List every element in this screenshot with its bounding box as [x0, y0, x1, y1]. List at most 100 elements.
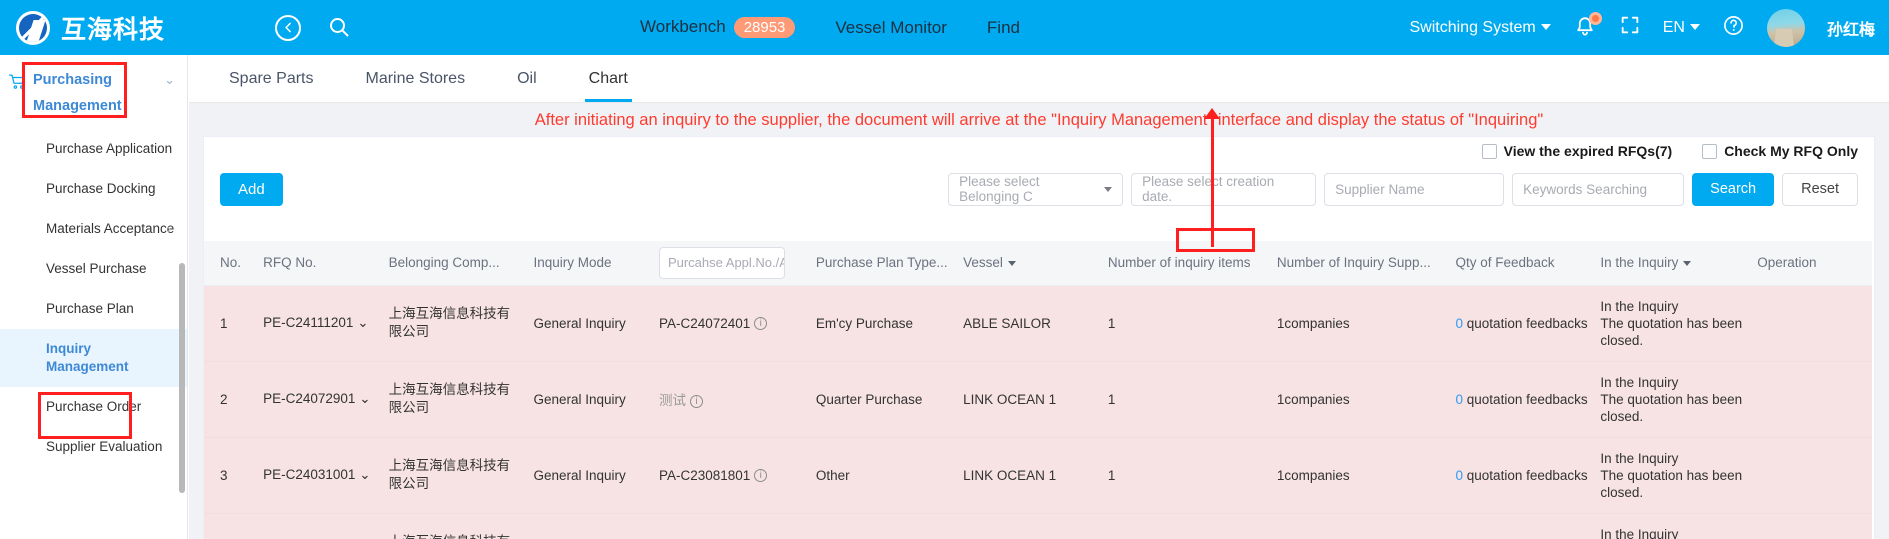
notification-bell-icon[interactable]: [1573, 11, 1602, 41]
switching-system-dropdown[interactable]: Switching System: [1409, 19, 1551, 37]
workbench-count-badge: 28953: [733, 17, 796, 38]
expand-chevron-icon[interactable]: ⌄: [359, 467, 370, 482]
nav-workbench[interactable]: Workbench 28953: [640, 17, 796, 38]
info-icon[interactable]: i: [754, 317, 768, 331]
sidebar-item-inquiry-management[interactable]: Inquiry Management: [0, 329, 187, 387]
cell-qty-feedback: 0 quotation feedbacks: [1449, 513, 1595, 539]
cell-plan-type: Other: [809, 437, 958, 514]
shopping-cart-icon: [8, 72, 27, 96]
language-selector[interactable]: EN: [1663, 19, 1700, 37]
back-arrow-icon[interactable]: [275, 14, 302, 41]
sidebar-item-materials-acceptance[interactable]: Materials Acceptance ›: [0, 209, 187, 249]
feedback-count[interactable]: 0: [1456, 316, 1464, 331]
appl-no-value: PA-C23081801: [658, 467, 751, 483]
nav-find[interactable]: Find: [987, 18, 1020, 38]
cell-plan-type: Quarter Purchase: [809, 513, 958, 539]
rfq-no-value: PE-C24111201: [263, 315, 354, 330]
chevron-down-icon: [1689, 24, 1700, 31]
sidebar-item-vessel-purchase[interactable]: Vessel Purchase: [0, 249, 187, 289]
cell-appl-no: PA-C24072401 i: [652, 285, 810, 362]
cell-company: 上海互海信息科技有限公司: [382, 437, 528, 514]
sidebar-item-purchase-application[interactable]: Purchase Application: [0, 129, 187, 169]
tab-spare-parts[interactable]: Spare Parts: [203, 55, 339, 102]
table-row[interactable]: 2 PE-C24072901 ⌄ 上海互海信息科技有限公司 General In…: [204, 361, 1872, 438]
sidebar-scrollbar[interactable]: [179, 263, 185, 493]
cell-operation[interactable]: [1751, 361, 1872, 438]
checkbox-view-expired-rfqs[interactable]: View the expired RFQs(7): [1481, 143, 1673, 159]
cell-inquiry-items[interactable]: 1: [1101, 437, 1271, 514]
cell-inquiry-suppliers[interactable]: 1companies: [1270, 285, 1450, 362]
appl-no-value: 测试: [658, 393, 686, 408]
sidebar-item-supplier-evaluation[interactable]: Supplier Evaluation: [0, 427, 187, 467]
belonging-company-select[interactable]: Please select Belonging C: [948, 172, 1124, 206]
column-header-rfq-no: RFQ No.: [257, 241, 383, 286]
tab-oil[interactable]: Oil: [491, 55, 563, 102]
checkbox-check-my-rfq-only[interactable]: Check My RFQ Only: [1702, 143, 1858, 159]
sidebar-item-purchase-plan[interactable]: Purchase Plan: [0, 289, 187, 329]
status-sub-text: The quotation has been closed.: [1600, 391, 1743, 424]
cell-status: In the Inquiry The quotation has been cl…: [1594, 513, 1752, 539]
cell-inquiry-suppliers[interactable]: 1companies: [1270, 513, 1450, 539]
expand-chevron-icon[interactable]: ⌄: [357, 315, 368, 330]
nav-vessel-monitor[interactable]: Vessel Monitor: [835, 18, 947, 38]
cell-operation[interactable]: [1751, 285, 1872, 362]
cell-appl-no: 申请采购测试一批i: [652, 513, 810, 539]
rfq-no-value: PE-C24072901: [263, 391, 356, 406]
status-sub-text: The quotation has been closed.: [1600, 315, 1743, 348]
table-scroll-area: No. RFQ No. Belonging Comp... Inquiry Mo…: [204, 241, 1874, 539]
reset-button[interactable]: Reset: [1782, 172, 1858, 206]
tab-marine-stores[interactable]: Marine Stores: [339, 55, 491, 102]
cell-inquiry-mode: General Inquiry: [527, 285, 653, 362]
feedback-count[interactable]: 0: [1456, 392, 1464, 407]
tab-chart[interactable]: Chart: [563, 55, 654, 102]
keywords-search-input[interactable]: Keywords Searching: [1512, 172, 1685, 206]
column-header-belonging-company: Belonging Comp...: [382, 241, 528, 286]
cell-operation[interactable]: [1751, 437, 1872, 514]
checkbox-label: View the expired RFQs(7): [1503, 143, 1673, 159]
cell-rfq-no[interactable]: PE-C24072901 ⌄: [257, 361, 383, 438]
help-icon[interactable]: [1722, 14, 1745, 42]
column-header-status-label: In the Inquiry: [1600, 255, 1679, 271]
search-button[interactable]: Search: [1692, 172, 1775, 206]
chevron-down-icon: [1104, 186, 1113, 192]
app-root: 互海科技 Workbench 28953 Vessel Monitor Find …: [0, 0, 1889, 539]
column-header-in-the-inquiry[interactable]: In the Inquiry: [1594, 241, 1752, 286]
fullscreen-icon[interactable]: [1619, 14, 1641, 41]
sidebar-item-purchase-docking[interactable]: Purchase Docking: [0, 169, 187, 209]
info-icon[interactable]: i: [754, 469, 768, 483]
cell-no: 1: [204, 285, 258, 362]
creation-date-input[interactable]: Please select creation date.: [1131, 172, 1317, 206]
cell-inquiry-items[interactable]: 1: [1101, 513, 1271, 539]
cell-inquiry-items[interactable]: 1: [1101, 285, 1271, 362]
sidebar-group-purchasing-management[interactable]: Purchasing Management ⌄: [0, 55, 187, 129]
company-logo-icon: [16, 10, 50, 45]
add-button[interactable]: Add: [220, 172, 283, 206]
cell-rfq-no[interactable]: PE-C24031001 ⌄: [257, 437, 383, 514]
feedback-count[interactable]: 0: [1456, 468, 1464, 483]
column-header-no: No.: [204, 241, 258, 286]
table-row[interactable]: 4 PE-C24020101 ⌄ 上海互海信息科技有限公司 General In…: [204, 513, 1872, 539]
search-icon[interactable]: [327, 15, 353, 41]
checkbox-box: [1702, 143, 1718, 159]
cell-company: 上海互海信息科技有限公司: [382, 513, 528, 539]
inquiry-table: No. RFQ No. Belonging Comp... Inquiry Mo…: [204, 241, 1872, 539]
cell-inquiry-suppliers[interactable]: 1companies: [1270, 437, 1450, 514]
top-header-bar: 互海科技 Workbench 28953 Vessel Monitor Find …: [0, 0, 1889, 55]
column-header-vessel[interactable]: Vessel: [957, 241, 1102, 286]
table-row[interactable]: 3 PE-C24031001 ⌄ 上海互海信息科技有限公司 General In…: [204, 437, 1872, 514]
cell-operation[interactable]: [1751, 513, 1872, 539]
table-row[interactable]: 1 PE-C24111201 ⌄ 上海互海信息科技有限公司 General In…: [204, 285, 1872, 362]
supplier-name-input[interactable]: Supplier Name: [1324, 172, 1505, 206]
cell-inquiry-suppliers[interactable]: 1companies: [1270, 361, 1450, 438]
cell-rfq-no[interactable]: PE-C24020101 ⌄: [257, 513, 383, 539]
info-icon[interactable]: i: [689, 394, 703, 408]
expand-chevron-icon[interactable]: ⌄: [359, 391, 370, 406]
avatar[interactable]: [1766, 8, 1805, 47]
cell-rfq-no[interactable]: PE-C24111201 ⌄: [257, 285, 383, 362]
cell-inquiry-items[interactable]: 1: [1101, 361, 1271, 438]
sidebar-item-purchase-order[interactable]: Purchase Order: [0, 387, 187, 427]
brand: 互海科技: [0, 10, 165, 46]
purchase-appl-no-input[interactable]: Purcahse Appl.No./App: [658, 246, 785, 279]
cell-inquiry-mode: General Inquiry: [527, 437, 653, 514]
cell-no: 4: [204, 513, 258, 539]
